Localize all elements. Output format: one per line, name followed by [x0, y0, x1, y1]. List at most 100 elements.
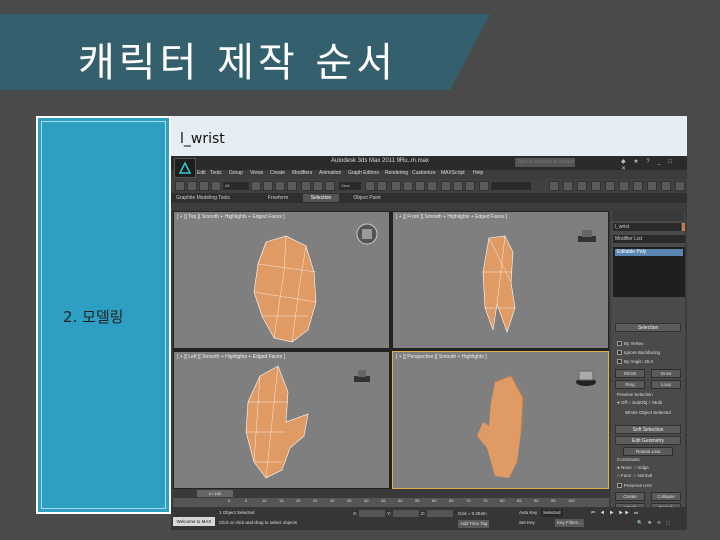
app-logo-icon[interactable] — [174, 158, 196, 178]
object-color-swatch[interactable] — [682, 223, 685, 231]
tick-label: 35 — [347, 498, 352, 503]
menu-tools[interactable]: Tools — [210, 170, 222, 176]
select-object-icon[interactable] — [251, 181, 261, 191]
hand-model-top — [253, 223, 378, 343]
menu-views[interactable]: Views — [250, 170, 263, 176]
schematic-view-icon[interactable] — [563, 181, 573, 191]
shrink-button[interactable]: Shrink — [615, 369, 645, 378]
menu-animation[interactable]: Animation — [319, 170, 341, 176]
key-filters-button[interactable]: Key Filters... — [555, 519, 585, 527]
snap-icon[interactable] — [391, 181, 401, 191]
menu-graph-editors[interactable]: Graph Editors — [348, 170, 379, 176]
rectangle-selection-icon[interactable] — [275, 181, 285, 191]
x-coordinate-field[interactable] — [359, 510, 385, 517]
unlink-icon[interactable] — [211, 181, 221, 191]
selection-count: 1 Object Selected — [219, 510, 255, 515]
window-title: Autodesk 3ds Max 2011 9Ru..m.max — [331, 158, 429, 164]
toolbar-extra-icon[interactable] — [675, 181, 685, 191]
tick-label: 5 — [245, 498, 248, 503]
key-mode-dropdown[interactable]: Selected — [541, 509, 563, 517]
menu-rendering[interactable]: Rendering — [385, 170, 408, 176]
environment-icon[interactable] — [661, 181, 671, 191]
menu-help[interactable]: Help — [473, 170, 483, 176]
quick-render-icon[interactable] — [633, 181, 643, 191]
grow-button[interactable]: Grow — [651, 369, 681, 378]
edit-geometry-rollout[interactable]: Edit Geometry — [615, 436, 681, 445]
ignore-backfacing-checkbox[interactable]: Ignore Backfacing — [617, 350, 660, 356]
z-coordinate-field[interactable] — [427, 510, 453, 517]
set-key-button[interactable]: Set Key — [519, 520, 535, 525]
menu-customize[interactable]: Customize — [412, 170, 436, 176]
soft-selection-rollout[interactable]: Soft Selection — [615, 425, 681, 434]
object-name-field[interactable]: l_wrist — [613, 223, 681, 231]
curve-editor-icon[interactable] — [549, 181, 559, 191]
repeat-last-button[interactable]: Repeat Last — [623, 447, 673, 456]
modifier-list-dropdown[interactable]: Modifier List — [613, 235, 685, 243]
track-bar[interactable]: 0 5 10 15 20 25 30 35 40 45 50 55 60 65 … — [173, 498, 609, 507]
menu-group[interactable]: Group — [229, 170, 243, 176]
maxscript-listener[interactable]: Welcome to MAX — [173, 517, 215, 526]
layer-manager-icon[interactable] — [479, 181, 489, 191]
pivot-icon[interactable] — [365, 181, 375, 191]
selection-filter-dropdown[interactable]: All — [223, 182, 249, 190]
preview-selection-options[interactable]: ● Off ○ SubObj ○ Multi — [617, 400, 662, 405]
named-selection-icon[interactable] — [441, 181, 451, 191]
command-panel-tabs[interactable] — [612, 211, 684, 221]
viewport-perspective[interactable]: [ + ][ Perspective ][ Smooth + Highlight… — [392, 351, 609, 489]
collapse-button[interactable]: Collapse — [651, 492, 681, 501]
time-slider[interactable]: 0 / 100 — [197, 490, 233, 497]
constraint-none-edge[interactable]: ● None ○ Edge — [617, 465, 649, 470]
render-icon[interactable] — [619, 181, 629, 191]
viewport-top[interactable]: [ + ][ Top ][ Smooth + Highlights + Edge… — [173, 211, 390, 349]
viewport-front[interactable]: [ + ][ Front ][ Smooth + Highlights + Ed… — [392, 211, 609, 349]
material-editor-icon[interactable] — [577, 181, 587, 191]
tick-label: 30 — [330, 498, 335, 503]
menu-modifiers[interactable]: Modifiers — [292, 170, 312, 176]
stack-item-editable-poly[interactable]: Editable Poly — [615, 249, 683, 256]
tab-object-paint[interactable]: Object Paint — [347, 194, 387, 202]
search-input[interactable] — [515, 158, 575, 167]
rotate-icon[interactable] — [313, 181, 323, 191]
menu-create[interactable]: Create — [270, 170, 285, 176]
playback-controls[interactable]: ⏮ ◀ ▶ ▶▶ ⏭ — [591, 510, 640, 515]
by-vertex-checkbox[interactable]: By Vertex — [617, 341, 643, 347]
render-setup-icon[interactable] — [591, 181, 601, 191]
angle-snap-icon[interactable] — [403, 181, 413, 191]
status-bar: Welcome to MAX 1 Object Selected Click o… — [171, 507, 687, 530]
loop-button[interactable]: Loop — [651, 380, 681, 389]
spinner-snap-icon[interactable] — [427, 181, 437, 191]
menu-maxscript[interactable]: MAXScript — [441, 170, 465, 176]
add-time-tag-button[interactable]: Add Time Tag — [458, 520, 490, 528]
y-coordinate-field[interactable] — [393, 510, 419, 517]
auto-key-button[interactable]: Auto Key — [519, 510, 537, 515]
redo-icon[interactable] — [187, 181, 197, 191]
constraint-face-normal[interactable]: ○ Face ○ Normal — [617, 473, 652, 478]
teapot-icon[interactable] — [647, 181, 657, 191]
ring-button[interactable]: Ring — [615, 380, 645, 389]
constraints-label: Constraints — [617, 457, 640, 462]
select-by-name-icon[interactable] — [263, 181, 273, 191]
viewport-left[interactable]: [ + ][ Left ][ Smooth + Highlights + Edg… — [173, 351, 390, 489]
by-angle-checkbox[interactable]: By Angle: 45.0 — [617, 359, 653, 365]
tab-selection[interactable]: Selection — [303, 194, 339, 202]
navigation-controls[interactable]: 🔍 ✥ ⟲ ⬚ — [637, 520, 672, 526]
preserve-uvs-checkbox[interactable]: Preserve UVs — [617, 483, 652, 489]
by-angle-value[interactable]: 45.0 — [644, 359, 653, 364]
create-button[interactable]: Create — [615, 492, 645, 501]
tab-freeform[interactable]: Freeform — [261, 194, 295, 202]
undo-icon[interactable] — [175, 181, 185, 191]
reference-coordinate-dropdown[interactable]: View — [339, 182, 361, 190]
link-icon[interactable] — [199, 181, 209, 191]
move-icon[interactable] — [301, 181, 311, 191]
mirror-icon[interactable] — [453, 181, 463, 191]
rendered-frame-icon[interactable] — [605, 181, 615, 191]
named-selection-sets-dropdown[interactable] — [491, 182, 531, 190]
window-crossing-icon[interactable] — [287, 181, 297, 191]
scale-icon[interactable] — [325, 181, 335, 191]
percent-snap-icon[interactable] — [415, 181, 425, 191]
align-icon[interactable] — [465, 181, 475, 191]
menu-edit[interactable]: Edit — [197, 170, 206, 176]
selection-rollout[interactable]: Selection — [615, 323, 681, 332]
tab-graphite-modeling-tools[interactable]: Graphite Modeling Tools — [173, 194, 233, 202]
manipulate-icon[interactable] — [377, 181, 387, 191]
